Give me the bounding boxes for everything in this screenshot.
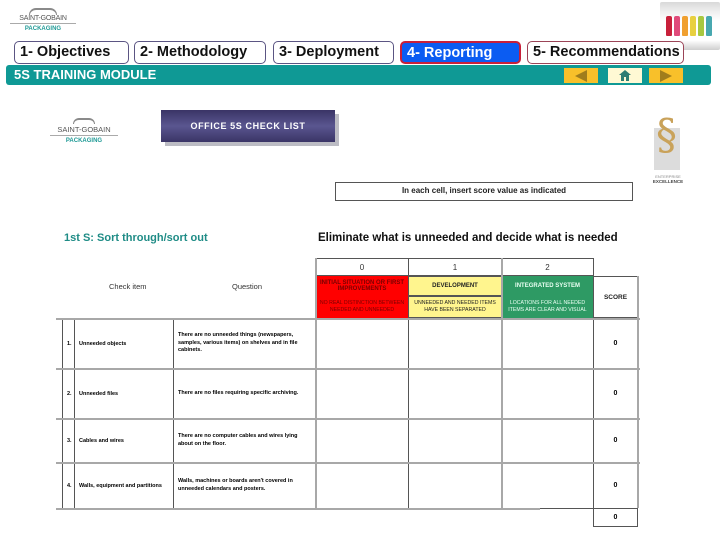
level-desc-2: LOCATIONS FOR ALL NEEDED ITEMS ARE CLEAR… bbox=[501, 296, 594, 318]
row-check-item: Unneeded files bbox=[74, 368, 174, 419]
row-score: 0 bbox=[593, 318, 638, 369]
score-cell-level-2[interactable] bbox=[501, 418, 594, 463]
score-cell-level-1[interactable] bbox=[408, 462, 502, 509]
row-score: 0 bbox=[593, 462, 638, 509]
grid-line bbox=[56, 318, 640, 320]
enterprise-excellence-logo: § ENTERPRISE EXCELLENCE bbox=[650, 110, 686, 192]
level-desc-1: UNNEEDED AND NEEDED ITEMS HAVE BEEN SEPA… bbox=[408, 296, 502, 318]
bottle-icon bbox=[674, 16, 680, 36]
logo-sub: PACKAGING bbox=[24, 26, 62, 32]
score-cell-level-0[interactable] bbox=[315, 368, 409, 419]
score-cell-level-1[interactable] bbox=[408, 418, 502, 463]
grid-line bbox=[56, 462, 640, 464]
level-title-2: INTEGRATED SYSTEM bbox=[501, 276, 594, 296]
row-check-item: Walls, equipment and partitions bbox=[74, 462, 174, 509]
ee-logo-line2: EXCELLENCE bbox=[652, 179, 684, 184]
saint-gobain-logo: SAINT-GOBAIN PACKAGING bbox=[10, 8, 76, 38]
score-cell-level-2[interactable] bbox=[501, 462, 594, 509]
grid-line bbox=[637, 276, 639, 508]
section-title: 1st S: Sort through/sort out bbox=[64, 232, 208, 244]
logo-sub: PACKAGING bbox=[65, 138, 103, 144]
level-desc-0: NO REAL DISTINCTION BETWEEN NEEDED AND U… bbox=[315, 296, 409, 318]
logo-brand: SAINT-GOBAIN bbox=[10, 15, 76, 24]
score-header: SCORE bbox=[593, 276, 638, 318]
row-question: There are no files requiring specific ar… bbox=[173, 368, 316, 419]
module-title: 5S TRAINING MODULE bbox=[14, 67, 157, 82]
grid-line bbox=[56, 508, 540, 510]
score-cell-level-0[interactable] bbox=[315, 418, 409, 463]
saint-gobain-packaging-logo: SAINT-GOBAIN PACKAGING bbox=[50, 118, 118, 144]
column-header-check-item: Check item bbox=[109, 282, 147, 291]
bottle-icon bbox=[666, 16, 672, 36]
bottle-icon bbox=[706, 16, 712, 36]
arrow-right-icon bbox=[660, 69, 672, 82]
level-title-0: INITIAL SITUATION OR FIRST IMPROVEMENTS bbox=[315, 276, 409, 296]
level-value-2: 2 bbox=[501, 258, 594, 276]
row-question: Walls, machines or boards aren't covered… bbox=[173, 462, 316, 509]
arrow-left-icon bbox=[575, 69, 587, 82]
logo-arch-icon bbox=[29, 8, 57, 15]
bottle-icon bbox=[698, 16, 704, 36]
total-score: 0 bbox=[593, 508, 638, 527]
tab-methodology[interactable]: 2- Methodology bbox=[134, 41, 266, 64]
section-subtitle: Eliminate what is unneeded and decide wh… bbox=[318, 232, 618, 244]
row-score: 0 bbox=[593, 418, 638, 463]
score-cell-level-1[interactable] bbox=[408, 318, 502, 369]
grid-line bbox=[56, 418, 640, 420]
grid-line bbox=[315, 258, 317, 508]
row-question: There are no unneeded things (newspapers… bbox=[173, 318, 316, 369]
level-value-0: 0 bbox=[315, 258, 409, 276]
score-cell-level-2[interactable] bbox=[501, 318, 594, 369]
home-icon bbox=[619, 70, 631, 81]
next-button[interactable] bbox=[649, 68, 683, 83]
section-swirl-icon: § bbox=[656, 110, 677, 159]
instruction-box: In each cell, insert score value as indi… bbox=[335, 182, 633, 201]
row-check-item: Unneeded objects bbox=[74, 318, 174, 369]
row-score: 0 bbox=[593, 368, 638, 419]
grid-line bbox=[56, 368, 640, 370]
home-button[interactable] bbox=[608, 68, 642, 83]
score-cell-level-2[interactable] bbox=[501, 368, 594, 419]
tab-objectives[interactable]: 1- Objectives bbox=[14, 41, 129, 64]
level-title-1: DEVELOPMENT bbox=[408, 276, 502, 296]
score-cell-level-1[interactable] bbox=[408, 368, 502, 419]
score-cell-level-0[interactable] bbox=[315, 462, 409, 509]
tab-deployment[interactable]: 3- Deployment bbox=[273, 41, 394, 64]
bottle-icon bbox=[682, 16, 688, 36]
score-cell-level-0[interactable] bbox=[315, 318, 409, 369]
module-bar: 5S TRAINING MODULE bbox=[6, 65, 711, 85]
row-check-item: Cables and wires bbox=[74, 418, 174, 463]
checklist-banner: OFFICE 5S CHECK LIST bbox=[161, 110, 335, 142]
previous-button[interactable] bbox=[564, 68, 598, 83]
bottle-icon bbox=[690, 16, 696, 36]
level-value-1: 1 bbox=[408, 258, 502, 276]
row-question: There are no computer cables and wires l… bbox=[173, 418, 316, 463]
tab-recommendations[interactable]: 5- Recommendations bbox=[527, 41, 684, 64]
logo-arch-icon bbox=[73, 118, 95, 124]
tab-reporting[interactable]: 4- Reporting bbox=[400, 41, 521, 64]
grid-line bbox=[501, 258, 503, 508]
logo-brand: SAINT-GOBAIN bbox=[50, 125, 118, 136]
column-header-question: Question bbox=[232, 282, 263, 291]
